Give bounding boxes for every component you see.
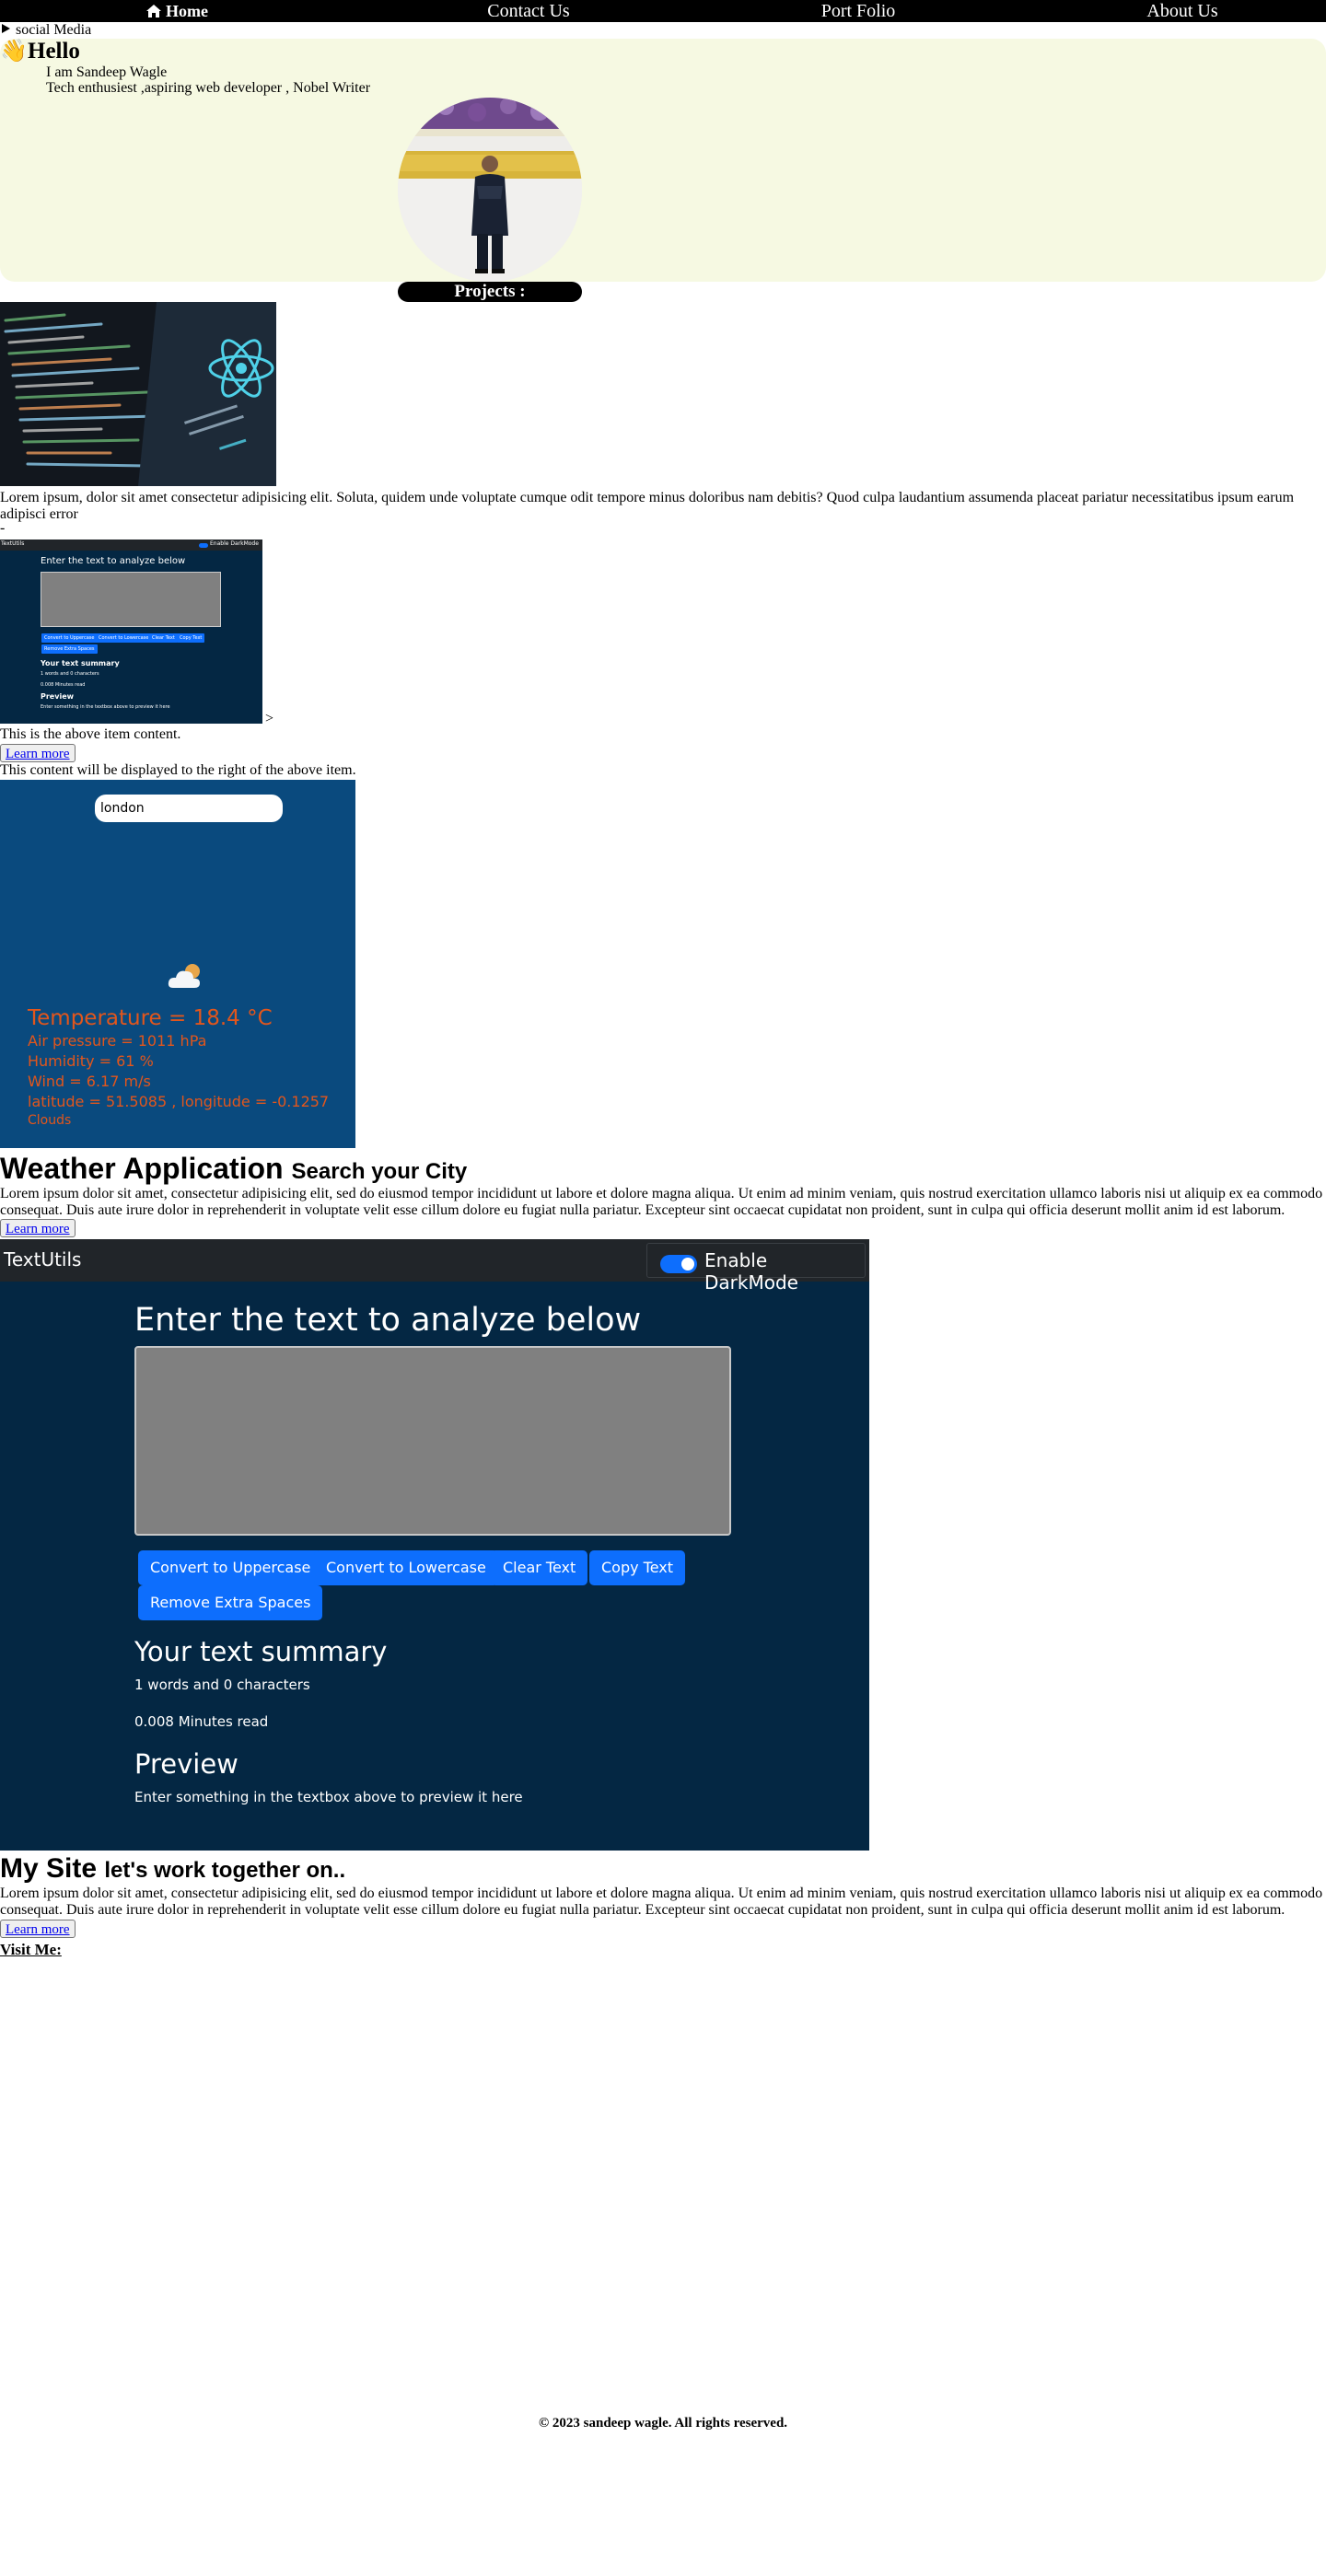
weather-title-text: Weather Application xyxy=(0,1152,284,1185)
mysite-description: Lorem ipsum dolor sit amet, consectetur … xyxy=(0,1886,1323,1918)
preview-text: Enter something in the textbox above to … xyxy=(134,1789,523,1805)
textutils-brand[interactable]: TextUtils xyxy=(4,1248,81,1271)
weather-coords: latitude = 51.5085 , longitude = -0.1257 xyxy=(28,1093,330,1110)
darkmode-switch[interactable]: Enable DarkMode xyxy=(646,1243,866,1294)
profile-avatar xyxy=(398,98,582,282)
weather-temperature: Temperature = 18.4 °C xyxy=(28,1006,273,1030)
word-count: 1 words and 0 characters xyxy=(134,1677,310,1693)
thumb-btn-lower: Convert to Lowercase xyxy=(96,633,152,643)
learn-more-button-3[interactable]: Learn more xyxy=(0,1920,76,1938)
intro-name: I am Sandeep Wagle xyxy=(46,64,168,80)
thumb-heading: Enter the text to analyze below xyxy=(41,556,186,566)
home-icon xyxy=(146,5,162,17)
textutils-thumbnail[interactable]: TextUtils Enable DarkMode Enter the text… xyxy=(0,540,262,724)
right-item-text: This content will be displayed to the ri… xyxy=(0,762,356,778)
above-item-text: This is the above item content. xyxy=(0,726,181,742)
thumb-toggle xyxy=(199,543,208,548)
weather-wind: Wind = 6.17 m/s xyxy=(28,1073,151,1090)
thumb-preview-heading: Preview xyxy=(41,692,75,701)
thumb-btn-spaces: Remove Extra Spaces xyxy=(41,644,98,654)
thumb-mode-label: Enable DarkMode xyxy=(210,540,259,547)
cloud-icon xyxy=(168,964,200,988)
textutils-textarea[interactable] xyxy=(134,1346,731,1536)
uppercase-button[interactable]: Convert to Uppercase xyxy=(138,1550,323,1585)
social-media-label: social Media xyxy=(16,22,92,38)
weather-humidity: Humidity = 61 % xyxy=(28,1052,154,1070)
darkmode-toggle-icon[interactable] xyxy=(660,1255,697,1273)
nav-home-label: Home xyxy=(166,2,208,20)
mysite-subtitle: let's work together on.. xyxy=(104,1858,346,1883)
thumb-btn-clear: Clear Text xyxy=(149,633,178,643)
darkmode-label: Enable DarkMode xyxy=(704,1249,798,1294)
thumb-preview-text: Enter something in the textbox above to … xyxy=(41,704,170,710)
mysite-title: My Site let's work together on.. xyxy=(0,1852,345,1887)
summary-heading: Your text summary xyxy=(134,1636,388,1667)
weather-condition: Clouds xyxy=(28,1113,72,1128)
projects-label: Projects : xyxy=(398,282,582,302)
nav-home-link[interactable]: Home xyxy=(145,0,208,22)
thumb-summary-heading: Your text summary xyxy=(41,659,120,667)
hero-section xyxy=(0,39,1326,282)
react-project-description: Lorem ipsum, dolor sit amet consectetur … xyxy=(0,490,1295,522)
thumb-words: 1 words and 0 characters xyxy=(41,671,99,677)
react-project-image[interactable] xyxy=(0,302,276,486)
nav-about-link[interactable]: About Us xyxy=(1146,0,1217,22)
thumb-minutes: 0.008 Minutes read xyxy=(41,682,86,688)
preview-heading: Preview xyxy=(134,1748,238,1780)
weather-title: Weather Application Search your City xyxy=(0,1151,467,1189)
minutes-read: 0.008 Minutes read xyxy=(134,1713,269,1730)
hello-text: Hello xyxy=(28,39,80,64)
thumb-brand: TextUtils xyxy=(1,540,25,547)
profile-photo-illustration xyxy=(398,98,582,282)
textutils-heading: Enter the text to analyze below xyxy=(134,1302,642,1339)
nav-contact-link[interactable]: Contact Us xyxy=(487,0,569,22)
copy-text-button[interactable]: Copy Text xyxy=(589,1550,686,1585)
thumb-btn-copy: Copy Text xyxy=(177,633,205,643)
mysite-title-text: My Site xyxy=(0,1853,98,1884)
footer-copyright: © 2023 sandeep wagle. All rights reserve… xyxy=(538,2416,788,2431)
react-code-illustration xyxy=(0,302,276,486)
top-navbar: Home Contact Us Port Folio About Us xyxy=(0,0,1326,22)
textutils-navbar: TextUtils Enable DarkMode xyxy=(0,1239,869,1294)
weather-description: Lorem ipsum dolor sit amet, consectetur … xyxy=(0,1186,1323,1218)
next-arrow[interactable]: > xyxy=(265,711,273,727)
thumb-btn-upper: Convert to Uppercase xyxy=(41,633,98,643)
weather-app-screenshot[interactable]: london Temperature = 18.4 °C Air pressur… xyxy=(0,780,355,1148)
learn-more-button-1[interactable]: Learn more xyxy=(0,744,76,762)
separator-dash: - xyxy=(0,520,6,536)
intro-tagline: Tech enthusiest ,aspiring web developer … xyxy=(46,80,371,96)
textutils-app-screenshot: TextUtils Enable DarkMode Enter the text… xyxy=(0,1239,869,1851)
hello-heading: 👋Hello xyxy=(0,37,80,66)
remove-spaces-button[interactable]: Remove Extra Spaces xyxy=(138,1585,323,1620)
lowercase-button[interactable]: Convert to Lowercase xyxy=(314,1550,498,1585)
clear-text-button[interactable]: Clear Text xyxy=(491,1550,588,1585)
disclosure-triangle-icon xyxy=(2,24,10,33)
learn-more-button-2[interactable]: Learn more xyxy=(0,1219,76,1237)
weather-subtitle: Search your City xyxy=(291,1159,468,1184)
visit-me-heading: Visit Me: xyxy=(0,1941,62,1958)
nav-portfolio-link[interactable]: Port Folio xyxy=(821,0,896,22)
wave-emoji-icon: 👋 xyxy=(0,40,28,64)
thumb-textarea xyxy=(41,572,221,627)
weather-pressure: Air pressure = 1011 hPa xyxy=(28,1032,207,1050)
weather-search-input: london xyxy=(95,795,283,822)
